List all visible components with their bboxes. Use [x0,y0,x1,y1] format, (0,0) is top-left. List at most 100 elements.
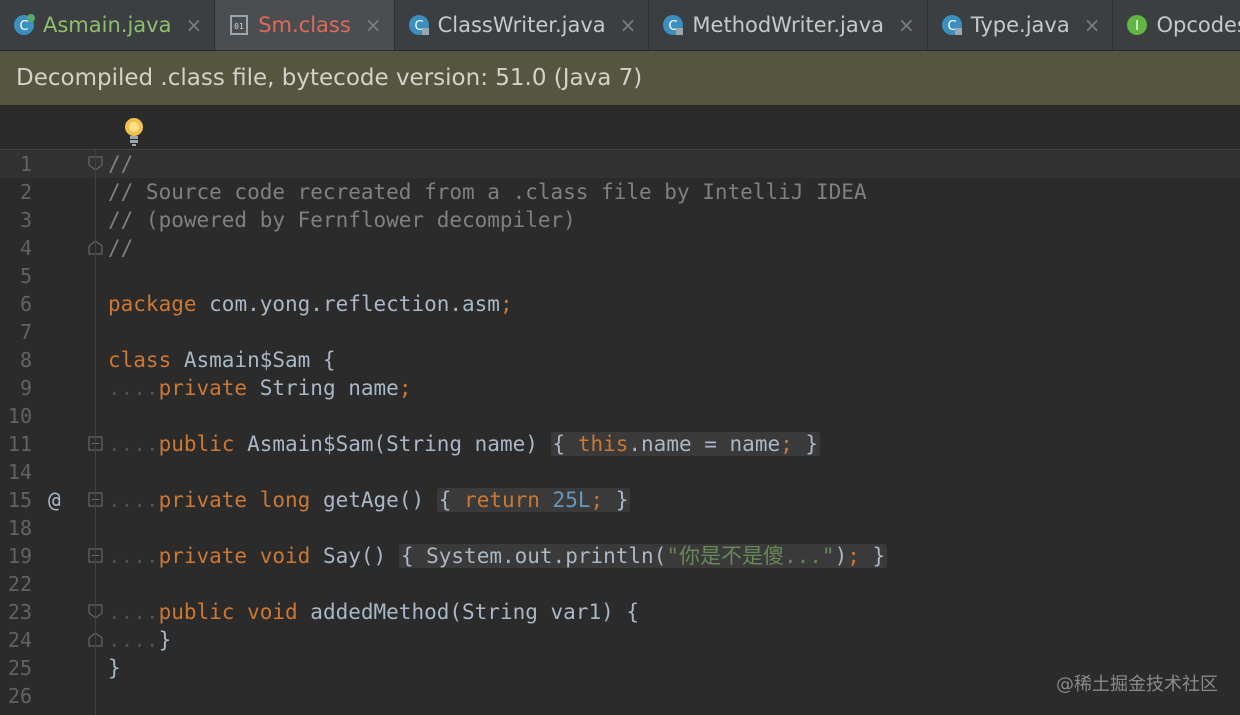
code-line[interactable]: 11 ....public Asmain$Sam(String name) { … [0,430,1240,458]
semicolon: ; [499,292,513,316]
lightbulb-icon[interactable] [122,116,146,148]
tab-type-java[interactable]: C Type.java × [928,0,1114,50]
java-interface-icon: I [1127,15,1148,35]
keyword: public [158,432,235,456]
line-number: 7 [19,320,32,344]
code-text: } [108,656,121,680]
code-line[interactable]: 9 ....private String name; [0,374,1240,402]
java-class-icon: C [14,14,35,35]
code-line[interactable]: 15 @ ....private long getAge() { return … [0,486,1240,514]
java-class-locked-icon: C [408,15,429,35]
code-line[interactable]: 5 [0,262,1240,290]
tab-classwriter-java[interactable]: C ClassWriter.java × [395,0,650,50]
code-line[interactable]: 26 [0,682,1240,710]
svg-text:I: I [1136,19,1140,34]
code-line[interactable]: 8 class Asmain$Sam { [0,346,1240,374]
keyword: class [108,348,172,372]
keyword: void [247,544,311,568]
java-class-locked-icon: C [663,15,684,35]
code-line[interactable]: 3 // (powered by Fernflower decompiler) [0,206,1240,234]
line-number: 24 [7,628,32,652]
tab-opcodes[interactable]: I Opcodes [1113,0,1240,50]
code-text: ....private long getAge() { return 25L; … [108,488,631,512]
code-line[interactable]: 22 [0,570,1240,598]
close-icon[interactable]: × [1084,15,1101,35]
line-number: 22 [7,572,32,596]
folded-region[interactable]: { this.name = name; } [550,432,821,456]
editor-header-strip [0,106,1240,150]
code-editor[interactable]: 1 // 2 // Source code recreated from a .… [0,150,1240,715]
keyword: package [108,292,197,316]
keyword: long [247,488,311,512]
tab-sm-class[interactable]: 01 Sm.class × [215,0,395,50]
code-text: // [108,152,134,176]
code-text: ....} [108,628,172,652]
code-line[interactable]: 1 // [0,150,1240,178]
closing-brace: } [158,628,172,652]
identifier: addedMethod(String var1) { [297,600,640,624]
code-line[interactable]: 19 ....private void Say() { System.out.p… [0,542,1240,570]
identifier: Asmain$Sam { [171,348,336,372]
close-icon[interactable]: × [365,15,382,35]
code-text: ....public Asmain$Sam(String name) { thi… [108,432,821,456]
close-icon[interactable]: × [620,15,637,35]
tab-asmain-java[interactable]: C Asmain.java × [0,0,216,50]
java-class-locked-icon: C [941,15,962,35]
close-icon[interactable]: × [898,15,915,35]
code-text: // [108,236,134,260]
line-number: 19 [7,544,32,568]
code-line[interactable]: 2 // Source code recreated from a .class… [0,178,1240,206]
close-icon[interactable]: × [185,15,202,35]
folded-region[interactable]: { return 25L; } [436,488,631,512]
line-number: 9 [19,376,32,400]
code-line[interactable]: 24 ....} [0,626,1240,654]
tab-methodwriter-java[interactable]: C MethodWriter.java × [649,0,928,50]
line-number: 3 [19,208,32,232]
semicolon: ; [398,376,412,400]
identifier: getAge() [310,488,437,512]
override-marker-icon[interactable]: @ [48,486,61,514]
line-number: 26 [7,684,32,708]
line-number: 18 [7,516,32,540]
code-text: package com.yong.reflection.asm; [108,290,513,318]
tab-label: MethodWriter.java [692,13,885,37]
code-line[interactable]: 23 ....public void addedMethod(String va… [0,598,1240,626]
line-number: 6 [19,292,32,316]
code-line[interactable]: 25 } [0,654,1240,682]
line-number: 11 [7,432,32,456]
decompiled-banner: Decompiled .class file, bytecode version… [0,51,1240,105]
banner-text: Decompiled .class file, bytecode version… [16,65,643,91]
line-number: 4 [19,236,32,260]
watermark: @稀土掘金技术社区 [1056,674,1218,695]
identifier: com.yong.reflection.asm [196,292,500,316]
code-text: ....public void addedMethod(String var1)… [108,600,640,624]
line-number: 1 [19,152,32,176]
code-text: ....private String name; [108,376,412,400]
class-file-icon: 01 [230,15,249,35]
tab-label: Asmain.java [43,13,172,37]
code-line[interactable]: 18 [0,514,1240,542]
tab-label: Sm.class [258,13,351,37]
line-number: 2 [19,180,32,204]
tab-label: Opcodes [1156,13,1240,37]
line-number: 5 [19,264,32,288]
tab-label: Type.java [970,13,1070,37]
keyword: public [158,600,235,624]
svg-text:C: C [19,19,28,34]
code-line[interactable]: 6 package com.yong.reflection.asm; [0,290,1240,318]
code-text: ....private void Say() { System.out.prin… [108,544,888,568]
line-number: 8 [19,348,32,372]
svg-text:01: 01 [234,22,244,31]
line-number: 14 [7,460,32,484]
line-number: 15 [7,488,32,512]
code-text: // Source code recreated from a .class f… [108,180,867,204]
line-number: 10 [7,404,32,428]
folded-region[interactable]: { System.out.println("你是不是傻..."); } [398,544,888,568]
line-number: 23 [7,600,32,624]
keyword: private [158,376,248,400]
code-line[interactable]: 10 [0,402,1240,430]
code-line[interactable]: 14 [0,458,1240,486]
code-line[interactable]: 7 [0,318,1240,346]
keyword: private [158,488,248,512]
code-line[interactable]: 4 // [0,234,1240,262]
